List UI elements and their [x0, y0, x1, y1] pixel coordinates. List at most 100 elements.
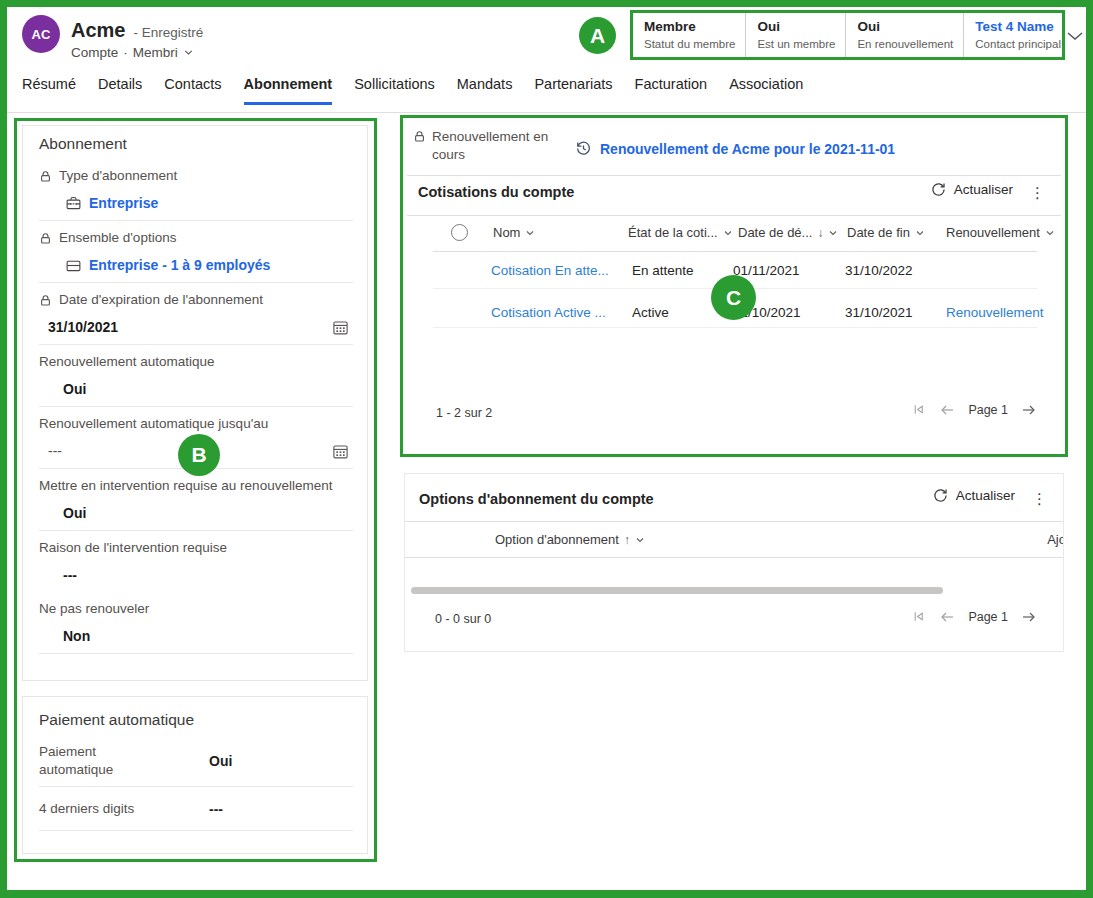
column-header-fin[interactable]: Date de fin — [847, 225, 925, 240]
first-page-icon[interactable] — [911, 402, 926, 417]
date-value[interactable]: --- — [48, 442, 62, 461]
lock-icon — [39, 232, 52, 245]
divider — [405, 557, 1063, 558]
toolbox-icon — [65, 195, 82, 212]
field-raison-intervention: Raison de l'intervention requise --- — [39, 531, 353, 592]
field-label: Renouvellement automatique jusqu'au — [39, 415, 268, 433]
field-label: Renouvellement automatique — [39, 353, 215, 371]
form-selector[interactable]: Membri — [133, 45, 178, 60]
previous-page-icon[interactable] — [939, 403, 955, 417]
entity-type-label: Compte — [71, 45, 118, 60]
refresh-button[interactable]: Actualiser — [931, 182, 1013, 197]
previous-page-icon[interactable] — [939, 610, 955, 624]
first-page-icon[interactable] — [911, 609, 926, 624]
field-value[interactable]: Non — [63, 627, 353, 646]
header-field-contact-principal[interactable]: Test 4 Name Contact principal — [964, 13, 1071, 57]
tab-sollicitations[interactable]: Sollicitations — [354, 76, 435, 105]
refresh-button[interactable]: Actualiser — [933, 488, 1015, 503]
field-value[interactable]: --- — [209, 801, 223, 817]
separator-dot: · — [123, 45, 128, 60]
field-label: Mettre en intervention requise au renouv… — [39, 477, 332, 495]
date-value[interactable]: 31/10/2021 — [48, 318, 118, 337]
column-header-renouvellement[interactable]: Renouvellement — [946, 225, 1055, 240]
next-page-icon[interactable] — [1021, 403, 1037, 417]
field-label: Type d'abonnement — [59, 167, 177, 185]
field-label: Ne pas renouveler — [39, 600, 149, 618]
more-vertical-icon[interactable]: ⋮ — [1030, 184, 1045, 202]
field-label: Date d'expiration de l'abonnement — [59, 291, 263, 309]
more-vertical-icon[interactable]: ⋮ — [1032, 490, 1047, 508]
horizontal-scrollbar[interactable] — [411, 587, 943, 594]
renewal-link[interactable]: Renouvellement de Acme pour le 2021-11-0… — [600, 141, 895, 157]
header-field-label: Est un membre — [757, 37, 835, 51]
page-title: Acme — [71, 19, 125, 42]
annotation-circle-c: C — [711, 275, 756, 320]
divider — [407, 215, 1061, 216]
tab-association[interactable]: Association — [729, 76, 803, 105]
grid-link-cotisation[interactable]: Cotisation En atte... — [491, 262, 609, 279]
grid-link-cotisation[interactable]: Cotisation Active ... — [491, 304, 606, 321]
tab-details[interactable]: Details — [98, 76, 142, 105]
tab-contacts[interactable]: Contacts — [164, 76, 221, 105]
contact-principal-link[interactable]: Test 4 Name — [975, 19, 1061, 35]
field-value[interactable]: Oui — [209, 753, 232, 769]
tab-mandats[interactable]: Mandats — [457, 76, 513, 105]
field-ne-pas-renouveler: Ne pas renouveler Non — [39, 592, 353, 654]
tab-partenariats[interactable]: Partenariats — [534, 76, 612, 105]
cell-fin: 31/10/2021 — [845, 304, 913, 321]
subscription-section: Abonnement Type d'abonnement Entreprise … — [22, 125, 368, 681]
sort-chevron-icon — [915, 228, 925, 238]
column-header-etat[interactable]: État de la coti... — [628, 225, 733, 240]
tab-facturation[interactable]: Facturation — [635, 76, 708, 105]
field-paiement-automatique: Paiement automatique Oui — [39, 735, 353, 787]
field-label: Ensemble d'options — [59, 229, 176, 247]
header-field-est-membre[interactable]: Oui Est un membre — [746, 13, 846, 57]
lock-icon — [413, 130, 426, 164]
divider — [405, 521, 1063, 522]
row-divider — [433, 327, 1037, 328]
column-header-option[interactable]: Option d'abonnement ↑ — [495, 532, 645, 547]
page-label: Page 1 — [968, 610, 1008, 624]
header-field-en-renouvellement[interactable]: Oui En renouvellement — [846, 13, 964, 57]
tab-abonnement[interactable]: Abonnement — [244, 76, 333, 105]
header-field-value: Oui — [757, 19, 835, 35]
calendar-icon[interactable] — [332, 443, 349, 460]
cell-etat: Active — [632, 304, 669, 321]
avatar[interactable]: AC — [22, 15, 60, 53]
field-label: Paiement automatique — [39, 743, 167, 779]
header-field-label: Statut du membre — [644, 37, 735, 51]
field-value[interactable]: Oui — [63, 380, 353, 399]
sort-chevron-icon — [635, 535, 645, 545]
header-field-value: Membre — [644, 19, 735, 35]
sort-chevron-icon — [525, 228, 535, 238]
select-all-circle[interactable] — [451, 224, 468, 241]
cell-etat: En attente — [632, 262, 694, 279]
column-header-debut[interactable]: Date de dé... ↓ — [738, 225, 838, 240]
next-page-icon[interactable] — [1021, 610, 1037, 624]
field-value-link[interactable]: Entreprise — [65, 194, 353, 213]
options-grid: Options d'abonnement du compte Actualise… — [404, 473, 1064, 652]
field-value[interactable]: --- — [63, 566, 353, 585]
briefcase-icon — [65, 257, 82, 274]
field-ensemble-options: Ensemble d'options Entreprise - 1 à 9 em… — [39, 221, 353, 283]
field-value-link[interactable]: Entreprise - 1 à 9 employés — [65, 256, 353, 275]
grid-link-renouvellement[interactable]: Renouvellement — [946, 304, 1044, 321]
sort-chevron-icon — [828, 228, 838, 238]
calendar-icon[interactable] — [332, 319, 349, 336]
column-header-nom[interactable]: Nom — [493, 225, 535, 240]
field-label: Raison de l'intervention requise — [39, 539, 227, 557]
header-field-value: Oui — [857, 19, 953, 35]
sort-chevron-icon — [1045, 228, 1055, 238]
record-count: 1 - 2 sur 2 — [436, 406, 492, 420]
field-intervention-requise: Mettre en intervention requise au renouv… — [39, 469, 353, 531]
form-chevron-icon[interactable] — [183, 47, 194, 58]
tab-resume[interactable]: Résumé — [22, 76, 76, 105]
header-field-statut[interactable]: Membre Statut du membre — [633, 13, 746, 57]
payment-section: Paiement automatique Paiement automatiqu… — [22, 696, 368, 854]
header-field-label: Contact principal — [975, 37, 1061, 51]
header-field-label: En renouvellement — [857, 37, 953, 51]
lock-icon — [39, 294, 52, 307]
header-expand-chevron-icon[interactable] — [1066, 29, 1084, 43]
column-header-add-truncated[interactable]: Ajo — [1047, 532, 1064, 547]
field-value[interactable]: Oui — [63, 504, 353, 523]
